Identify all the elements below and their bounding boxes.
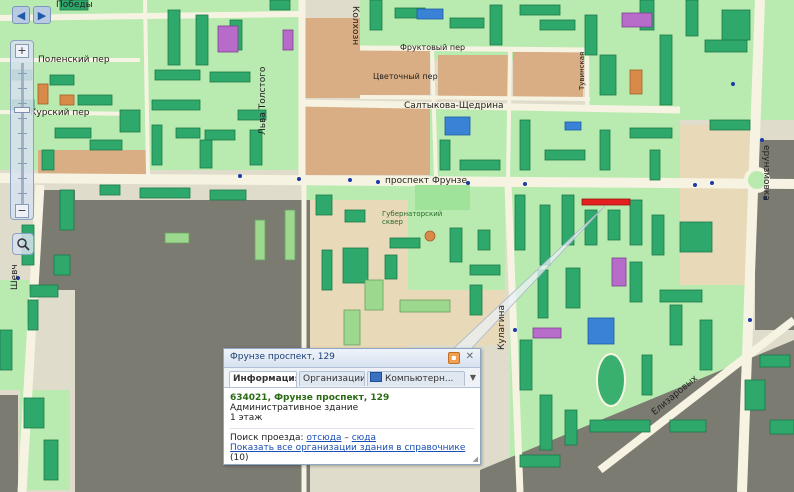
computer-icon [370, 372, 382, 382]
street-label-lva-tolstogo: Льва Толстого [258, 66, 268, 135]
building-floors: 1 этаж [230, 413, 263, 423]
route-to-link[interactable]: сюда [352, 433, 376, 443]
street-label-frunze: проспект Фрунзе [385, 176, 468, 186]
resize-grip-icon[interactable]: ◢ [473, 455, 478, 463]
street-label-tsvetochniy: Цветочный пер [373, 72, 438, 81]
popup-divider [230, 428, 474, 429]
street-label-kulagina: Кулагина [497, 305, 507, 350]
pin-icon[interactable]: ▪ [448, 352, 460, 364]
tab-computer-label: Компьютерн... [385, 374, 454, 384]
stadium [596, 353, 626, 407]
selected-building[interactable] [581, 198, 631, 206]
street-label-tuvinskaya: Тувинская [578, 51, 586, 90]
popup-body: 634021, Фрунзе проспект, 129 Администрат… [224, 388, 480, 468]
zoom-track[interactable] [18, 63, 27, 205]
orgs-count: (10) [230, 453, 249, 463]
zoom-control: + − [10, 40, 34, 220]
street-label-gubernatorskiy: Губернаторский сквер [382, 210, 443, 226]
tab-info[interactable]: Информация [229, 371, 297, 387]
magnifier-icon[interactable] [12, 233, 34, 255]
popup-header[interactable]: Фрунзе проспект, 129 ▪ ✕ [224, 349, 480, 368]
route-label: Поиск проезда: [230, 433, 304, 443]
zoom-slider-handle[interactable] [14, 107, 30, 113]
street-label-polenskiy: Поленский пер [38, 55, 110, 65]
forward-arrow-button[interactable]: ▶ [33, 6, 51, 24]
street-label-saltykova: Салтыкова-Щедрина [404, 101, 504, 111]
building-address: 634021, Фрунзе проспект, 129 [230, 393, 390, 403]
chevron-down-icon[interactable]: ▼ [470, 373, 476, 382]
back-arrow-button[interactable]: ◀ [12, 6, 30, 24]
route-from-link[interactable]: отсюда [306, 433, 341, 443]
popup-title: Фрунзе проспект, 129 [230, 352, 335, 362]
tab-computer[interactable]: Компьютерн... [367, 371, 465, 386]
popup-tabs: Информация Организации Компьютерн... ▼ [224, 368, 480, 388]
street-label-pobedy: Победы [56, 0, 93, 10]
zoom-in-button[interactable]: + [15, 44, 29, 58]
route-search-row: Поиск проезда: отсюда – сюда [230, 433, 474, 443]
building-type: Административное здание [230, 403, 359, 413]
street-label-shevchenko: Шевч [10, 264, 20, 290]
zoom-out-button[interactable]: − [15, 204, 29, 218]
show-orgs-link[interactable]: Показать все организации здания в справо… [230, 443, 465, 453]
street-label-kolhoznaya: Колхозн [350, 6, 360, 46]
tab-organizations[interactable]: Организации [299, 371, 365, 386]
route-dash: – [341, 433, 352, 443]
street-label-fruktoviy: Фруктовый пер [400, 43, 466, 52]
street-label-erunsmovka: ерунзмовка [761, 145, 771, 201]
close-icon[interactable]: ✕ [466, 351, 474, 362]
square-area [680, 125, 750, 285]
building-info-popup: Фрунзе проспект, 129 ▪ ✕ Информация Орга… [223, 348, 481, 465]
orgs-row: Показать все организации здания в справо… [230, 443, 474, 463]
street-label-kurskiy: Курский пер [30, 108, 90, 118]
